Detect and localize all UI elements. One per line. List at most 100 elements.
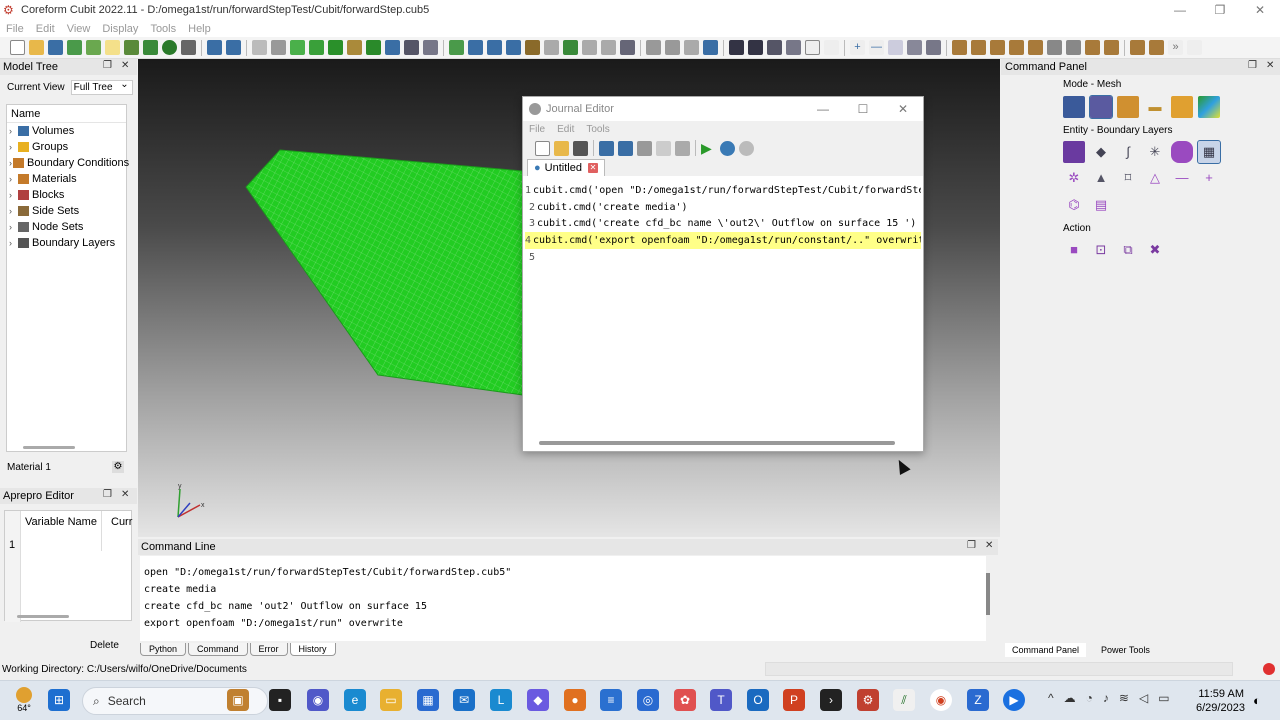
rotate-icon[interactable] — [506, 40, 521, 55]
save-as-icon[interactable] — [67, 40, 82, 55]
code-line[interactable]: 4 cubit.cmd('export openfoam "D:/omega1st… — [525, 232, 921, 249]
teams-icon[interactable]: T — [710, 689, 732, 711]
expand-chevron-icon[interactable]: › — [9, 190, 17, 200]
grid-icon[interactable] — [385, 40, 400, 55]
close-panel-icon[interactable]: ✕ — [121, 489, 129, 500]
code-line[interactable]: 1 cubit.cmd('open "D:/omega1st/run/forwar… — [525, 182, 921, 199]
node-icon[interactable]: ✲ — [1063, 167, 1085, 189]
hex-icon[interactable] — [907, 40, 922, 55]
docs-icon[interactable]: ≡ — [600, 689, 622, 711]
copy-icon[interactable] — [656, 140, 671, 156]
tray-chevron-icon[interactable]: ^ — [1048, 691, 1054, 705]
messenger-icon[interactable]: ◎ — [637, 689, 659, 711]
overflow-chevron-icon[interactable]: » — [1168, 40, 1183, 55]
menu-view[interactable]: View — [61, 23, 97, 35]
curve-entity-icon[interactable]: ∫ — [1117, 141, 1139, 163]
undock-icon[interactable]: ❐ — [103, 489, 112, 500]
cut-icon[interactable] — [990, 40, 1005, 55]
open-folder-icon[interactable] — [29, 40, 44, 55]
journal-minimize-button[interactable]: — — [803, 97, 843, 121]
solid-cube-icon[interactable] — [309, 40, 324, 55]
vertex-icon[interactable] — [729, 40, 744, 55]
close-button[interactable]: ✕ — [1240, 0, 1280, 20]
expand-chevron-icon[interactable]: › — [9, 126, 17, 136]
cut-icon[interactable] — [637, 140, 652, 156]
command-line-scrollbar[interactable] — [986, 573, 990, 615]
view-side-icon[interactable] — [582, 40, 597, 55]
code-line[interactable]: 3 cubit.cmd('create cfd_bc name \'out2\' … — [525, 215, 921, 232]
error-indicator-icon[interactable] — [1263, 663, 1275, 675]
new-file-icon[interactable] — [10, 40, 25, 55]
geometry-mode-icon[interactable] — [1063, 96, 1085, 118]
table-icon[interactable]: ▤ — [1090, 194, 1112, 216]
square-icon[interactable] — [888, 40, 903, 55]
store-icon[interactable]: ▦ — [417, 689, 439, 711]
journal-menu-tools[interactable]: Tools — [580, 124, 615, 135]
run-icon[interactable]: ▶ — [701, 140, 716, 156]
journal-menu-edit[interactable]: Edit — [551, 124, 580, 135]
menu-file[interactable]: File — [0, 23, 30, 35]
undock-icon[interactable]: ❐ — [967, 540, 976, 551]
journal-scrollbar[interactable] — [539, 441, 895, 445]
dimension-icon[interactable] — [1104, 40, 1119, 55]
minus-icon[interactable]: — — [869, 40, 884, 55]
matlab-icon[interactable]: ⫽ — [893, 689, 915, 711]
menu-display[interactable]: Display — [96, 23, 144, 35]
surface-icon[interactable] — [767, 40, 782, 55]
network-drive-icon[interactable]: ◔ — [1086, 691, 1093, 705]
box-select-icon[interactable] — [665, 40, 680, 55]
analysis-mode-icon[interactable] — [1198, 96, 1220, 118]
view-top-icon[interactable] — [563, 40, 578, 55]
cubit-icon[interactable] — [739, 140, 754, 156]
view-iso-icon[interactable] — [601, 40, 616, 55]
filter-icon[interactable] — [703, 40, 718, 55]
microphone-icon[interactable]: ♪ — [1103, 691, 1109, 705]
view-front-icon[interactable] — [544, 40, 559, 55]
edge-icon[interactable]: e — [344, 689, 366, 711]
notification-app-icon[interactable]: ✿ — [674, 689, 696, 711]
weather-widget[interactable]: 64° — [10, 687, 38, 715]
new-file-icon[interactable] — [535, 140, 550, 156]
expand-chevron-icon[interactable]: › — [9, 158, 12, 168]
edge-element-icon[interactable]: — — [1171, 167, 1193, 189]
expand-chevron-icon[interactable]: › — [9, 142, 17, 152]
firefox-icon[interactable]: ● — [564, 689, 586, 711]
tab-error[interactable]: Error — [249, 643, 288, 656]
minimize-button[interactable]: — — [1160, 0, 1200, 20]
tree-item[interactable]: › Node Sets — [7, 219, 126, 235]
text-icon[interactable] — [1085, 40, 1100, 55]
settings-icon[interactable] — [1187, 40, 1202, 55]
arc-icon[interactable] — [805, 40, 820, 55]
volume-entity-icon[interactable] — [1063, 141, 1085, 163]
camera-icon[interactable] — [1047, 40, 1062, 55]
tab-untitled[interactable]: ● Untitled ✕ — [527, 159, 605, 176]
outlook-icon[interactable]: O — [747, 689, 769, 711]
journal-close-button[interactable]: ✕ — [883, 97, 923, 121]
menu-edit[interactable]: Edit — [30, 23, 61, 35]
material-action-icon[interactable]: ⚙ — [112, 461, 124, 473]
surface-entity-icon[interactable]: ◆ — [1090, 141, 1112, 163]
expand-chevron-icon[interactable]: › — [9, 238, 17, 248]
code-line[interactable]: 5 — [525, 249, 921, 266]
view-persp-icon[interactable] — [620, 40, 635, 55]
journal-menu-file[interactable]: File — [523, 124, 551, 135]
maximize-button[interactable]: ❐ — [1200, 0, 1240, 20]
plus-icon[interactable]: + — [850, 40, 865, 55]
save-icon[interactable] — [48, 40, 63, 55]
journal-code-area[interactable]: 1 cubit.cmd('open "D:/omega1st/run/forwar… — [525, 182, 921, 437]
bc-mode-icon[interactable]: ▬ — [1144, 96, 1166, 118]
point-icon[interactable] — [824, 40, 839, 55]
delete-button[interactable]: Delete — [90, 640, 119, 651]
volume-icon[interactable] — [366, 40, 381, 55]
journal-maximize-button[interactable]: ☐ — [843, 97, 883, 121]
play-icon[interactable] — [124, 40, 139, 55]
mesh-grid-icon[interactable] — [1117, 96, 1139, 118]
geometry-icon[interactable] — [347, 40, 362, 55]
tree-item[interactable]: › Side Sets — [7, 203, 126, 219]
redo-icon[interactable] — [226, 40, 241, 55]
current-view-select[interactable]: Full Tree — [70, 78, 133, 95]
expand-chevron-icon[interactable]: › — [9, 174, 17, 184]
command-history[interactable]: open "D:/omega1st/run/forwardStepTest/Cu… — [140, 556, 986, 641]
boundary-layer-entity-icon[interactable]: ▦ — [1197, 140, 1221, 164]
zoom-in-icon[interactable] — [468, 40, 483, 55]
